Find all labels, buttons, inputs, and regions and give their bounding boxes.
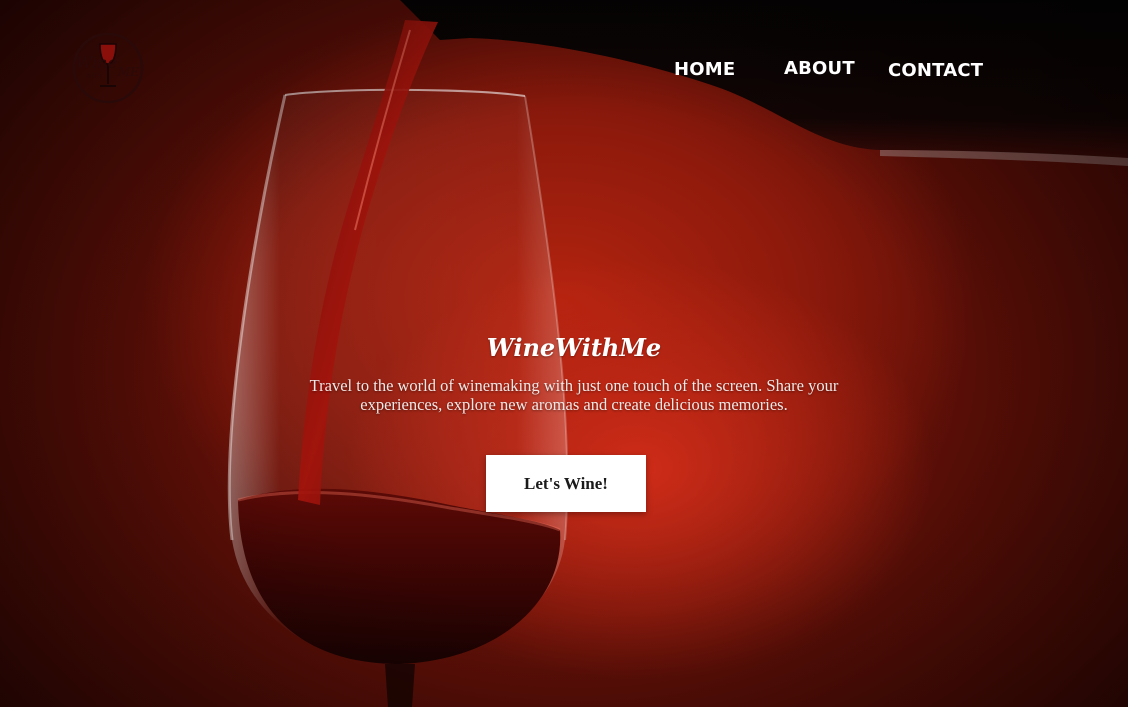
hero-content: WineWithMe Travel to the world of winema… (284, 332, 864, 414)
lets-wine-button[interactable]: Let's Wine! (486, 455, 646, 512)
nav-about-link[interactable]: ABOUT (784, 58, 855, 80)
nav-home-link[interactable]: HOME (674, 59, 735, 81)
main-nav: HOME ABOUT CONTACT (0, 58, 1128, 88)
nav-contact-link[interactable]: CONTACT (888, 60, 983, 82)
hero-tagline: Travel to the world of winemaking with j… (309, 376, 839, 414)
hero-section: Wine WITH ME HOME ABOUT CONTACT WineWith… (0, 0, 1128, 707)
hero-title: WineWithMe (486, 333, 662, 362)
